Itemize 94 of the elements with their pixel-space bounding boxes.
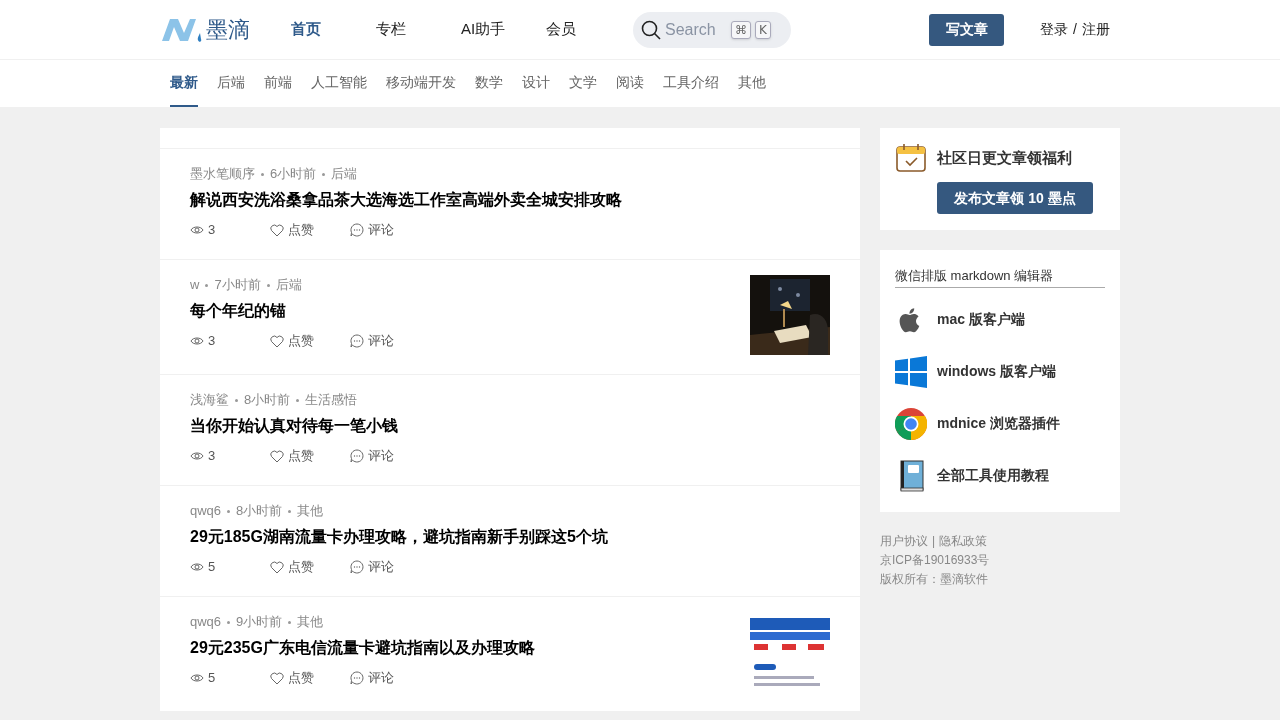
tool-link[interactable]: mac 版客户端 <box>895 293 1105 346</box>
comment-button[interactable]: 评论 <box>350 331 394 351</box>
article-title[interactable]: 解说西安洗浴桑拿品茶大选海选工作室高端外卖全城安排攻略 <box>190 188 622 212</box>
comment-button[interactable]: 评论 <box>350 220 394 240</box>
search-input[interactable]: Search <box>665 17 727 42</box>
comment-button[interactable]: 评论 <box>350 557 394 577</box>
search-icon <box>641 19 661 40</box>
comment-icon <box>350 560 364 574</box>
article-author[interactable]: w <box>190 275 200 295</box>
category-tab[interactable]: 其他 <box>738 60 766 107</box>
separator: | <box>932 532 936 550</box>
category-tab[interactable]: 阅读 <box>616 60 644 107</box>
like-button[interactable]: 点赞 <box>270 446 350 466</box>
calendar-icon <box>896 144 926 172</box>
like-button[interactable]: 点赞 <box>270 220 350 240</box>
article-category[interactable]: 后端 <box>275 275 302 295</box>
like-button[interactable]: 点赞 <box>270 668 350 688</box>
tools-heading: 微信排版 markdown 编辑器 <box>895 266 1105 288</box>
eye-icon <box>190 673 204 683</box>
eye-icon <box>190 562 204 572</box>
windows-icon <box>895 355 927 388</box>
article-time: 8小时前 <box>244 391 291 409</box>
article-title[interactable]: 29元235G广东电信流量卡避坑指南以及办理攻略 <box>190 636 535 660</box>
article-author[interactable]: qwq6 <box>190 501 222 521</box>
article-card[interactable]: qwq6 9小时前 其他 29元235G广东电信流量卡避坑指南以及办理攻略 5 点赞 评论 <box>160 597 860 711</box>
category-tab[interactable]: 前端 <box>264 60 292 107</box>
copyright-text: 版权所有：墨滴软件 <box>880 570 989 588</box>
article-time: 9小时前 <box>236 613 283 631</box>
category-tab[interactable]: 设计 <box>522 60 550 107</box>
article-category[interactable]: 其他 <box>297 501 324 521</box>
heart-icon <box>270 334 284 348</box>
publish-button[interactable]: 发布文章领 10 墨点 <box>937 182 1093 214</box>
nav-link[interactable]: 专栏 <box>376 18 461 41</box>
article-time: 6小时前 <box>270 165 317 183</box>
view-count: 5 <box>208 669 216 687</box>
comment-icon <box>350 449 364 463</box>
view-count: 3 <box>208 332 216 350</box>
heart-icon <box>270 223 284 237</box>
category-tab[interactable]: 最新 <box>170 60 198 107</box>
eye-icon <box>190 225 204 235</box>
article-title[interactable]: 29元185G湖南流量卡办理攻略，避坑指南新手别踩这5个坑 <box>190 525 608 549</box>
nav-link[interactable]: 首页 <box>291 18 376 41</box>
comment-icon <box>350 671 364 685</box>
category-tab[interactable]: 文学 <box>569 60 597 107</box>
nav-link[interactable]: 会员 <box>546 18 631 41</box>
view-count: 3 <box>208 447 216 465</box>
article-author[interactable]: qwq6 <box>190 612 222 632</box>
view-count: 3 <box>208 221 216 239</box>
icp-text: 京ICP备19016933号 <box>880 551 991 569</box>
like-button[interactable]: 点赞 <box>270 557 350 577</box>
search-field[interactable]: Search ⌘ K <box>633 11 791 48</box>
comment-icon <box>350 223 364 237</box>
article-time: 7小时前 <box>214 276 261 294</box>
like-button[interactable]: 点赞 <box>270 331 350 351</box>
login-link[interactable]: 登录 <box>1040 19 1069 40</box>
eye-icon <box>190 451 204 461</box>
separator: / <box>1073 20 1077 39</box>
tool-link[interactable]: 全部工具使用教程 <box>895 449 1105 502</box>
logo-icon <box>160 16 202 43</box>
category-tab[interactable]: 工具介绍 <box>663 60 719 107</box>
article-author[interactable]: 墨水笔顺序 <box>190 164 255 184</box>
write-article-button[interactable]: 写文章 <box>929 13 1005 46</box>
category-tab[interactable]: 数学 <box>475 60 503 107</box>
article-category[interactable]: 其他 <box>297 612 324 632</box>
article-title[interactable]: 当你开始认真对待每一笔小钱 <box>190 414 398 438</box>
category-tab[interactable]: 后端 <box>217 60 245 107</box>
tool-link[interactable]: windows 版客户端 <box>895 345 1105 398</box>
logo-text[interactable]: 墨滴 <box>206 13 250 46</box>
promo-title: 社区日更文章领福利 <box>937 147 1072 168</box>
comment-icon <box>350 334 364 348</box>
nav-link[interactable]: AI助手 <box>461 18 546 41</box>
keyboard-key: K <box>755 20 771 39</box>
tool-link[interactable]: mdnice 浏览器插件 <box>895 397 1105 450</box>
category-tab[interactable]: 人工智能 <box>311 60 367 107</box>
eye-icon <box>190 336 204 346</box>
chrome-icon <box>895 407 927 440</box>
article-card[interactable]: w 7小时前 后端 每个年纪的锚 3 点赞 评论 <box>160 260 860 374</box>
article-card[interactable]: qwq6 8小时前 其他 29元185G湖南流量卡办理攻略，避坑指南新手别踩这5个坑 5 点赞 评论 <box>160 486 860 596</box>
register-link[interactable]: 注册 <box>1082 19 1110 40</box>
comment-button[interactable]: 评论 <box>350 446 394 466</box>
view-count: 5 <box>208 558 216 576</box>
article-time: 8小时前 <box>236 502 283 520</box>
heart-icon <box>270 560 284 574</box>
article-category[interactable]: 后端 <box>331 164 358 184</box>
category-tab[interactable]: 移动端开发 <box>386 60 456 107</box>
heart-icon <box>270 449 284 463</box>
article-card[interactable]: 浅海鲨 8小时前 生活感悟 当你开始认真对待每一笔小钱 3 点赞 评论 <box>160 375 860 485</box>
comment-button[interactable]: 评论 <box>350 668 394 688</box>
article-category[interactable]: 生活感悟 <box>305 390 358 410</box>
heart-icon <box>270 671 284 685</box>
article-author[interactable]: 浅海鲨 <box>190 390 229 410</box>
article-title[interactable]: 每个年纪的锚 <box>190 299 394 323</box>
keyboard-key: ⌘ <box>731 20 751 39</box>
article-card[interactable]: 墨水笔顺序 6小时前 后端 解说西安洗浴桑拿品茶大选海选工作室高端外卖全城安排攻略 3 点赞 评论 <box>160 149 860 259</box>
